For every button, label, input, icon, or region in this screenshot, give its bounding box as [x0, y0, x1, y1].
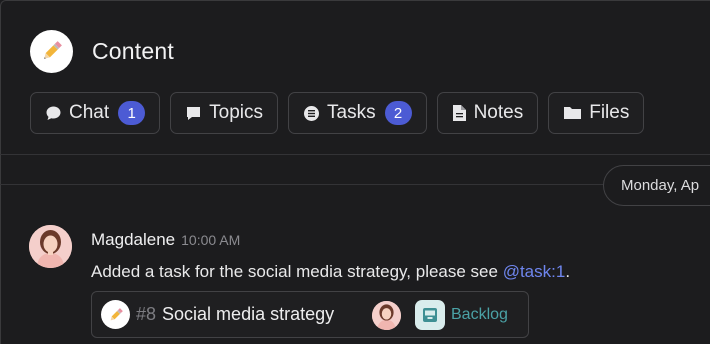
date-divider-line: [0, 184, 604, 185]
page-title: Content: [92, 37, 174, 64]
date-separator: Monday, Ap: [603, 165, 710, 206]
task-mention-link[interactable]: @task:1: [503, 262, 566, 281]
tab-chat-label: Chat: [69, 102, 110, 123]
tab-topics-label: Topics: [209, 102, 263, 123]
message-text: Added a task for the social media strate…: [91, 262, 570, 282]
list-icon: [303, 105, 320, 122]
app-header: Content: [30, 29, 174, 73]
message-text-main: Added a task for the social media strate…: [91, 262, 503, 281]
message-author[interactable]: Magdalene: [91, 230, 175, 250]
message-text-end: .: [565, 262, 571, 281]
tab-tasks[interactable]: Tasks 2: [288, 92, 427, 134]
chat-count-badge: 1: [118, 101, 146, 125]
tab-topics[interactable]: Topics: [170, 92, 278, 134]
inbox-icon: [415, 300, 445, 330]
tab-chat[interactable]: Chat 1: [30, 92, 161, 134]
tasks-count-badge: 2: [384, 101, 412, 125]
folder-icon: [563, 105, 582, 121]
message-header: Magdalene 10:00 AM: [91, 230, 240, 250]
document-icon: [452, 104, 467, 122]
tab-files-label: Files: [589, 102, 630, 123]
comment-icon: [185, 105, 202, 122]
pencil-icon: [101, 300, 130, 329]
message-time: 10:00 AM: [181, 232, 241, 248]
avatar[interactable]: [29, 225, 72, 268]
task-number: #8: [136, 304, 157, 324]
tab-notes-label: Notes: [473, 102, 524, 123]
assignee-avatar[interactable]: [372, 301, 401, 330]
tab-tasks-label: Tasks: [327, 102, 376, 123]
task-card[interactable]: #8 Social media strategy Backlog: [91, 291, 529, 338]
chat-bubble-icon: [45, 105, 62, 122]
tab-bar: Chat 1 Topics Tasks 2 Notes Files: [30, 92, 645, 134]
tab-notes[interactable]: Notes: [436, 92, 539, 134]
task-status-label[interactable]: Backlog: [451, 306, 508, 324]
tab-files[interactable]: Files: [548, 92, 645, 134]
divider: [0, 154, 710, 155]
task-title: Social media strategy: [162, 304, 335, 324]
pencil-icon: [30, 29, 73, 73]
